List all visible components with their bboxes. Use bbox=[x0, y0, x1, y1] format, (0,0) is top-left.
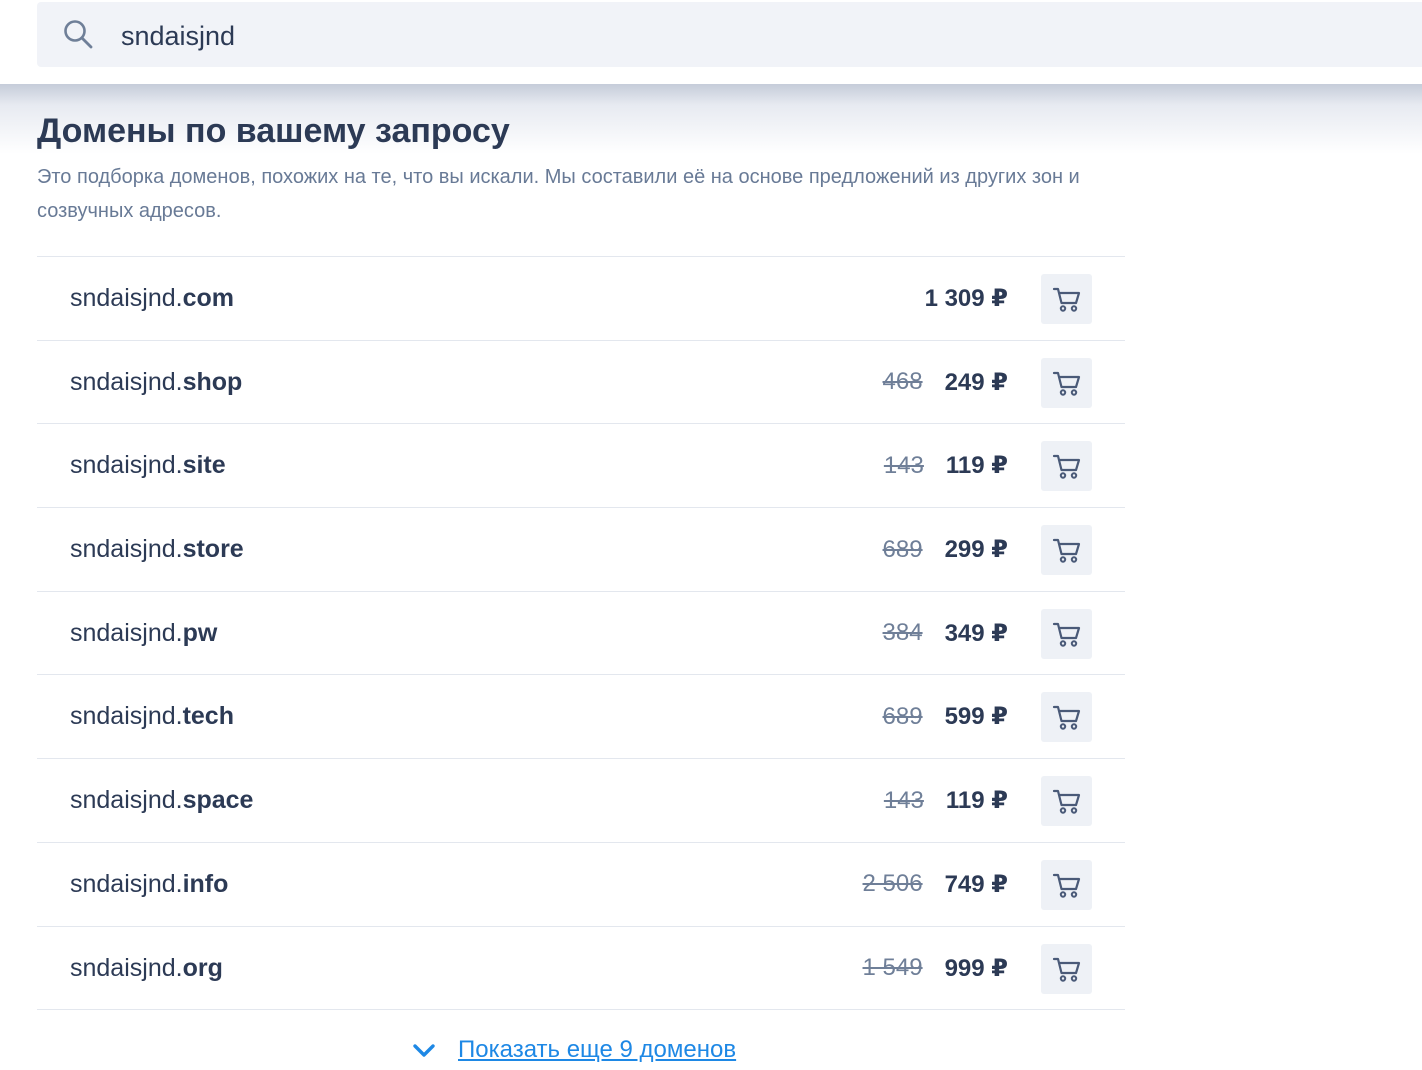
old-price: 2 506 bbox=[862, 870, 923, 898]
price: 119 ₽ bbox=[945, 787, 1008, 815]
domain-zone: shop bbox=[182, 367, 243, 396]
domain-zone: org bbox=[182, 953, 223, 982]
domain-base: sndaisjnd. bbox=[70, 367, 183, 396]
top-bar bbox=[0, 0, 1422, 84]
old-price: 384 bbox=[882, 619, 923, 647]
domain-list: sndaisjnd.com 1 309 ₽ sndaisjnd.shop 468 249… bbox=[37, 256, 1125, 1011]
add-to-cart-button[interactable] bbox=[1041, 608, 1092, 659]
page-description: Это подборка доменов, похожих на те, что… bbox=[37, 166, 1080, 222]
domain-base: sndaisjnd. bbox=[70, 953, 183, 982]
domain-row: sndaisjnd.site 143 119 ₽ bbox=[37, 424, 1125, 509]
domain-zone: store bbox=[182, 535, 244, 564]
domain-base: sndaisjnd. bbox=[70, 702, 183, 731]
domain-row: sndaisjnd.tech 689 599 ₽ bbox=[37, 675, 1125, 760]
price-block: 143 119 ₽ bbox=[884, 759, 1008, 842]
domain-row: sndaisjnd.shop 468 249 ₽ bbox=[37, 341, 1125, 425]
cart-icon bbox=[1052, 703, 1082, 731]
show-more-label: Показать еще 9 доменов bbox=[458, 1036, 737, 1063]
domain-base: sndaisjnd. bbox=[70, 535, 183, 564]
domain-base: sndaisjnd. bbox=[70, 284, 183, 312]
old-price: 689 bbox=[882, 702, 923, 730]
price: 749 ₽ bbox=[944, 870, 1008, 898]
old-price: 689 bbox=[882, 535, 923, 563]
search-input[interactable] bbox=[121, 16, 1321, 56]
domain-zone: pw bbox=[182, 618, 218, 647]
cart-icon bbox=[1052, 369, 1082, 397]
old-price: 1 549 bbox=[862, 954, 923, 981]
search-icon bbox=[64, 20, 93, 49]
domain-name[interactable]: sndaisjnd.store bbox=[70, 508, 244, 591]
price: 999 ₽ bbox=[944, 954, 1008, 982]
domain-base: sndaisjnd. bbox=[70, 618, 183, 647]
domain-name[interactable]: sndaisjnd.shop bbox=[70, 341, 242, 424]
domain-name[interactable]: sndaisjnd.site bbox=[70, 424, 226, 507]
page-title: Домены по вашему запросу bbox=[37, 112, 510, 150]
cart-icon bbox=[1052, 285, 1082, 313]
domain-base: sndaisjnd. bbox=[70, 451, 183, 480]
domain-name[interactable]: sndaisjnd.space bbox=[70, 759, 253, 842]
domain-zone: com bbox=[182, 284, 234, 312]
search-box[interactable] bbox=[37, 2, 1422, 67]
domain-name[interactable]: sndaisjnd.org bbox=[70, 927, 223, 1010]
add-to-cart-button[interactable] bbox=[1041, 859, 1092, 910]
price-block: 1 309 ₽ bbox=[925, 257, 1008, 340]
old-price: 143 bbox=[883, 451, 924, 479]
domain-zone: space bbox=[182, 786, 254, 815]
show-more-button[interactable]: Показать еще 9 доменов bbox=[410, 1030, 736, 1070]
cart-icon bbox=[1052, 787, 1082, 815]
domain-base: sndaisjnd. bbox=[70, 786, 183, 815]
add-to-cart-button[interactable] bbox=[1041, 525, 1092, 576]
domain-row: sndaisjnd.store 689 299 ₽ bbox=[37, 508, 1125, 592]
results-header: Домены по вашему запросу Это подборка до… bbox=[37, 108, 1125, 228]
price-block: 689 299 ₽ bbox=[883, 508, 1008, 591]
cart-icon bbox=[1052, 955, 1082, 983]
cart-icon bbox=[1052, 452, 1082, 480]
domain-zone: tech bbox=[182, 702, 234, 731]
add-to-cart-button[interactable] bbox=[1041, 776, 1092, 827]
add-to-cart-button[interactable] bbox=[1041, 274, 1092, 324]
cart-icon bbox=[1052, 871, 1082, 899]
add-to-cart-button[interactable] bbox=[1041, 943, 1092, 994]
price: 349 ₽ bbox=[944, 619, 1008, 647]
domain-base: sndaisjnd. bbox=[70, 869, 183, 898]
domain-name[interactable]: sndaisjnd.tech bbox=[70, 675, 234, 758]
price-block: 2 506 749 ₽ bbox=[863, 843, 1008, 926]
price-block: 689 599 ₽ bbox=[883, 675, 1008, 758]
domain-zone: info bbox=[182, 869, 229, 898]
domain-row: sndaisjnd.org 1 549 999 ₽ bbox=[37, 927, 1125, 1011]
domain-zone: site bbox=[182, 451, 226, 480]
price-block: 384 349 ₽ bbox=[883, 592, 1008, 675]
domain-row: sndaisjnd.space 143 119 ₽ bbox=[37, 759, 1125, 843]
domain-name[interactable]: sndaisjnd.info bbox=[70, 843, 228, 926]
cart-icon bbox=[1052, 536, 1082, 564]
domain-name[interactable]: sndaisjnd.pw bbox=[70, 592, 217, 675]
domain-row: sndaisjnd.info 2 506 749 ₽ bbox=[37, 843, 1125, 927]
price: 249 ₽ bbox=[944, 368, 1008, 396]
add-to-cart-button[interactable] bbox=[1041, 357, 1092, 408]
domain-row: sndaisjnd.pw 384 349 ₽ bbox=[37, 592, 1125, 676]
price: 119 ₽ bbox=[945, 452, 1008, 480]
cart-icon bbox=[1052, 620, 1082, 648]
price: 599 ₽ bbox=[944, 703, 1008, 731]
add-to-cart-button[interactable] bbox=[1041, 441, 1092, 492]
price-block: 468 249 ₽ bbox=[883, 341, 1008, 424]
old-price: 143 bbox=[883, 786, 924, 814]
domain-name[interactable]: sndaisjnd.com bbox=[70, 257, 234, 340]
price: 1 309 ₽ bbox=[924, 285, 1008, 312]
price: 299 ₽ bbox=[944, 536, 1008, 564]
domain-row: sndaisjnd.com 1 309 ₽ bbox=[37, 257, 1125, 341]
price-block: 1 549 999 ₽ bbox=[863, 927, 1008, 1010]
price-block: 143 119 ₽ bbox=[884, 424, 1008, 507]
add-to-cart-button[interactable] bbox=[1041, 692, 1092, 743]
old-price: 468 bbox=[882, 368, 923, 396]
chevron-down-icon bbox=[413, 1044, 435, 1057]
